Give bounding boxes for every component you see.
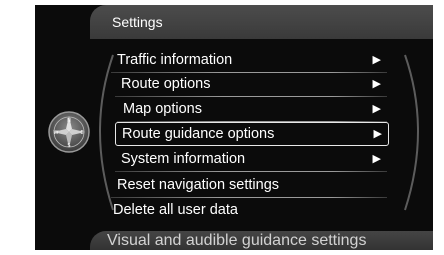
menu-item-reset-navigation-settings[interactable]: Reset navigation settings [111, 174, 387, 198]
menu-item-traffic-information[interactable]: Traffic information ▶ [111, 49, 387, 73]
settings-menu: Traffic information ▶ Route options ▶ Ma… [35, 5, 433, 250]
chevron-right-icon: ▶ [372, 103, 381, 115]
divider [111, 197, 387, 198]
chevron-right-icon: ▶ [372, 78, 381, 90]
menu-item-label: Route options [121, 76, 211, 92]
menu-item-label: Route guidance options [122, 126, 275, 142]
menu-item-system-information[interactable]: System information ▶ [115, 148, 387, 172]
navigation-screen: Settings N W E S Traffic information ▶ R… [35, 5, 433, 250]
chevron-right-icon: ▶ [373, 128, 382, 140]
menu-item-route-options[interactable]: Route options ▶ [115, 73, 387, 97]
divider [115, 96, 387, 97]
menu-item-label: System information [121, 151, 246, 167]
menu-item-label: Map options [123, 101, 202, 117]
divider [115, 171, 387, 172]
menu-item-label: Reset navigation settings [117, 177, 280, 193]
chevron-right-icon: ▶ [372, 153, 381, 165]
chevron-right-icon: ▶ [372, 54, 381, 66]
menu-item-delete-all-user-data[interactable]: Delete all user data [107, 199, 387, 221]
menu-item-label: Traffic information [117, 52, 233, 68]
help-text: Visual and audible guidance settings [107, 232, 367, 249]
menu-item-map-options[interactable]: Map options ▶ [117, 98, 387, 122]
menu-item-route-guidance-options[interactable]: Route guidance options ▶ [115, 122, 389, 146]
menu-item-label: Delete all user data [113, 202, 238, 218]
